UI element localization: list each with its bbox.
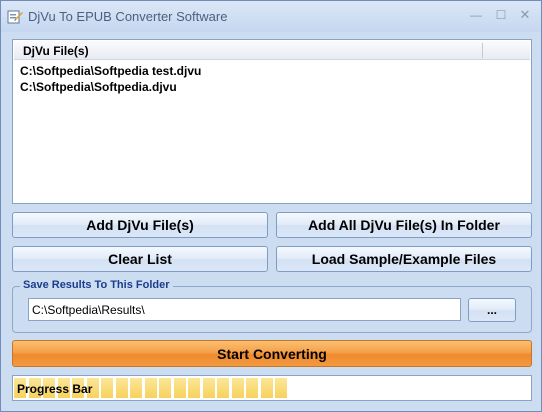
progress-segment [232, 378, 244, 398]
close-icon[interactable]: ✕ [516, 6, 534, 24]
progress-segment [188, 378, 200, 398]
load-samples-button[interactable]: Load Sample/Example Files [276, 246, 532, 272]
progress-bar: Progress Bar [12, 375, 532, 401]
maximize-icon[interactable]: ☐ [492, 6, 510, 24]
progress-segment [159, 378, 171, 398]
progress-label: Progress Bar [17, 382, 93, 396]
app-window: DjVu To EPUB Converter Software — ☐ ✕ Dj… [0, 0, 542, 412]
app-icon [7, 10, 23, 24]
minimize-icon[interactable]: — [467, 6, 485, 24]
file-rows: C:\Softpedia\Softpedia test.djvu C:\Soft… [20, 63, 201, 95]
file-list[interactable]: DjVu File(s) C:\Softpedia\Softpedia test… [12, 39, 532, 204]
add-files-button[interactable]: Add DjVu File(s) [12, 212, 268, 238]
progress-segment [275, 378, 287, 398]
progress-segment [261, 378, 273, 398]
column-header-djvu-files[interactable]: DjVu File(s) [23, 44, 89, 58]
start-converting-button[interactable]: Start Converting [12, 340, 532, 367]
title-bar[interactable]: DjVu To EPUB Converter Software — ☐ ✕ [1, 1, 541, 32]
output-folder-label: Save Results To This Folder [20, 279, 173, 291]
window-title: DjVu To EPUB Converter Software [28, 9, 228, 24]
progress-segment [130, 378, 142, 398]
output-folder-input[interactable] [28, 298, 461, 321]
progress-segment [174, 378, 186, 398]
progress-segment [246, 378, 258, 398]
progress-segment [101, 378, 113, 398]
progress-segment [217, 378, 229, 398]
progress-segment [145, 378, 157, 398]
browse-button[interactable]: ... [468, 298, 516, 322]
clear-list-button[interactable]: Clear List [12, 246, 268, 272]
list-header[interactable]: DjVu File(s) [14, 41, 530, 60]
list-item[interactable]: C:\Softpedia\Softpedia.djvu [20, 79, 201, 95]
progress-segment [116, 378, 128, 398]
list-item[interactable]: C:\Softpedia\Softpedia test.djvu [20, 63, 201, 79]
progress-segment [203, 378, 215, 398]
column-separator[interactable] [482, 43, 483, 58]
add-all-in-folder-button[interactable]: Add All DjVu File(s) In Folder [276, 212, 532, 238]
